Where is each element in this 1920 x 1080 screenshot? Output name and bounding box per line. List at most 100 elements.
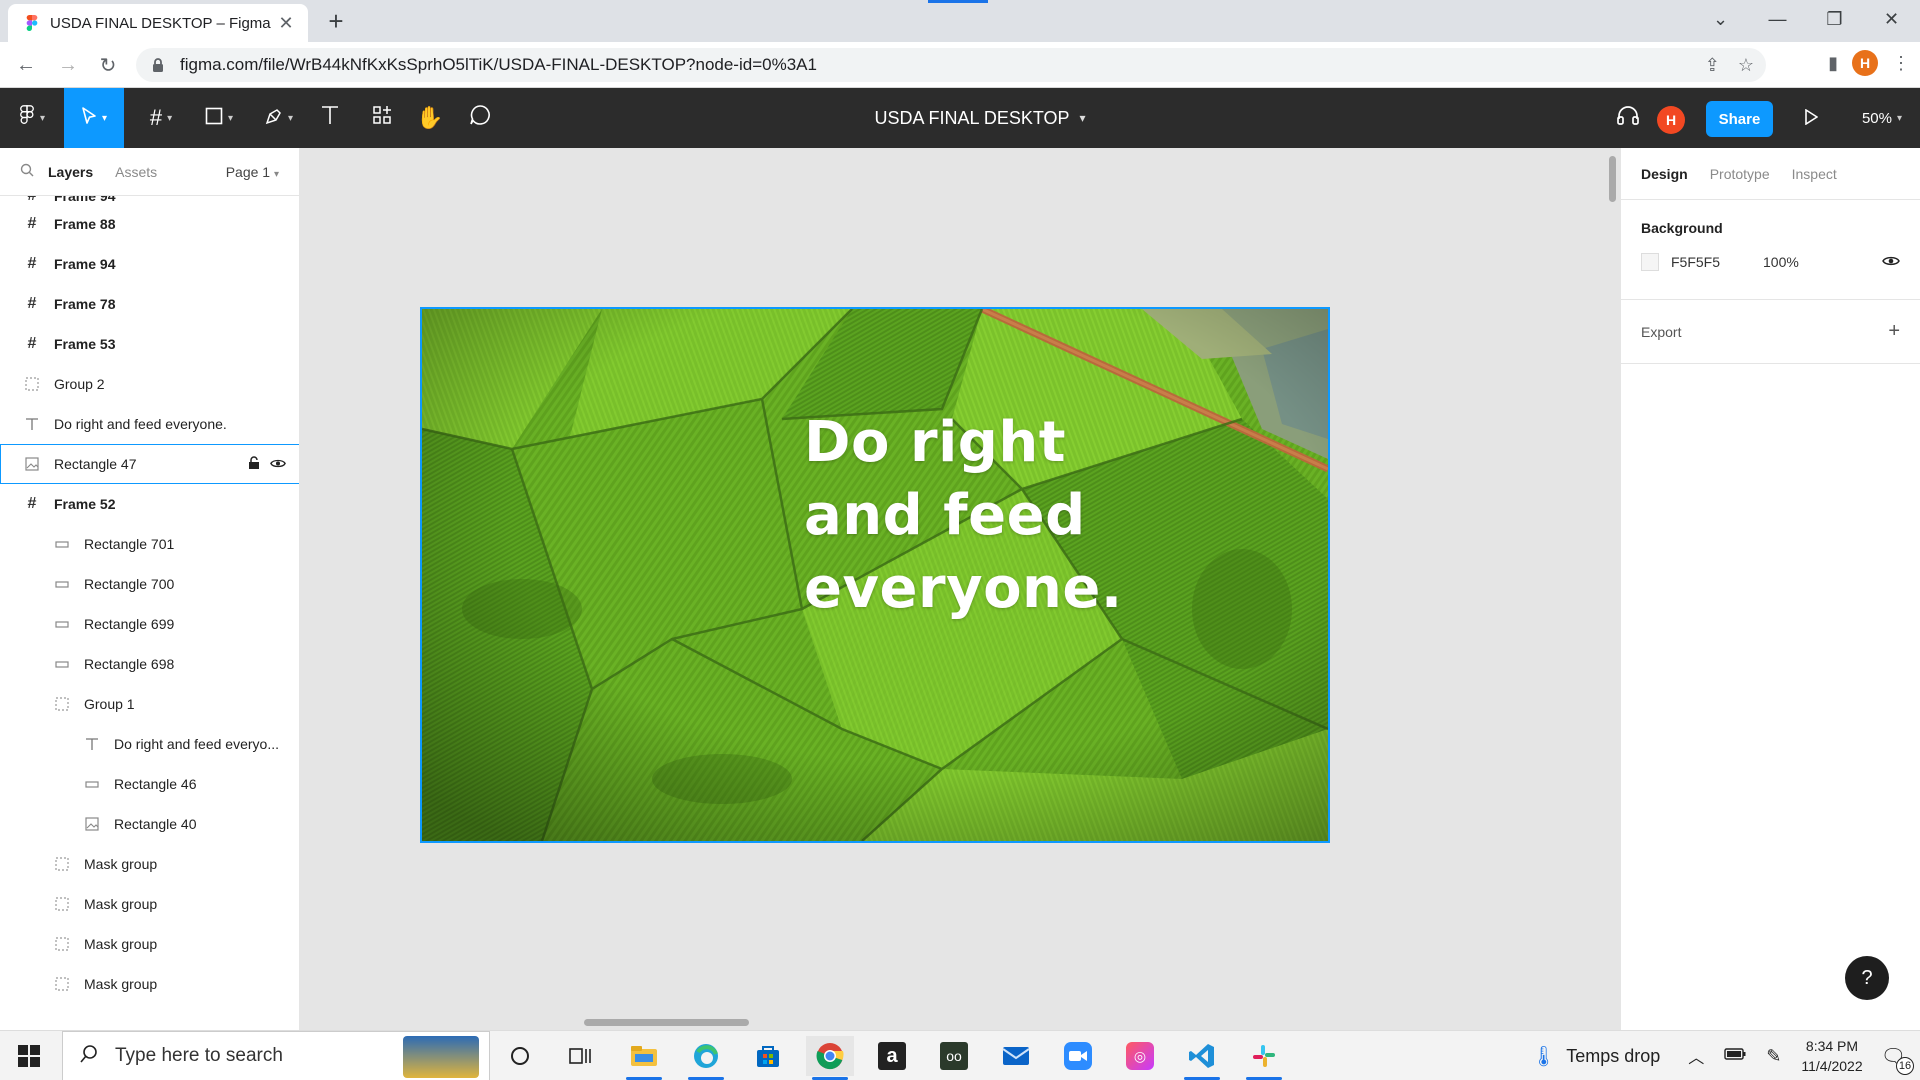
layer-item[interactable]: Rectangle 699	[0, 604, 299, 644]
share-button[interactable]: Share	[1706, 101, 1773, 137]
layer-item[interactable]: # Frame 52	[0, 484, 299, 524]
layer-item[interactable]: Rectangle 700	[0, 564, 299, 604]
add-export-icon[interactable]: +	[1888, 320, 1900, 343]
text-tool-button[interactable]	[312, 88, 348, 148]
eye-icon[interactable]	[1882, 254, 1900, 270]
user-avatar[interactable]: H	[1657, 106, 1685, 134]
layer-item[interactable]: Mask group	[0, 844, 299, 884]
file-explorer-icon[interactable]	[620, 1036, 668, 1080]
unlock-icon[interactable]	[248, 455, 260, 473]
new-tab-button[interactable]: +	[320, 6, 352, 38]
weather-thermometer-icon[interactable]: 🌡	[1531, 1044, 1556, 1069]
comment-tool-button[interactable]	[460, 88, 500, 148]
page-selector[interactable]: Page 1 ▾	[226, 164, 279, 180]
tab-inspect[interactable]: Inspect	[1792, 166, 1837, 182]
zoom-app-icon[interactable]	[1054, 1036, 1102, 1076]
tab-layers[interactable]: Layers	[48, 164, 93, 180]
taskbar-search[interactable]: Type here to search	[62, 1031, 490, 1080]
address-bar: ← → ↻ figma.com/file/WrB44kNfKxKsSprhO5l…	[0, 42, 1920, 88]
tab-assets[interactable]: Assets	[115, 164, 157, 180]
rectangle-icon	[54, 656, 70, 672]
share-page-icon[interactable]: ⇪	[1705, 55, 1720, 76]
battery-icon[interactable]	[1724, 1047, 1746, 1065]
frame-tool-button[interactable]: # ▾	[138, 88, 184, 148]
layer-name: Rectangle 47	[54, 456, 137, 472]
layer-item[interactable]: Rectangle 698	[0, 644, 299, 684]
layer-item[interactable]: Mask group	[0, 884, 299, 924]
url-field[interactable]: figma.com/file/WrB44kNfKxKsSprhO5lTiK/US…	[136, 48, 1766, 82]
help-button[interactable]: ?	[1845, 956, 1889, 1000]
resources-button[interactable]	[362, 88, 402, 148]
search-icon[interactable]	[20, 163, 34, 180]
background-hex-input[interactable]: F5F5F5	[1671, 254, 1763, 270]
cortana-icon[interactable]	[496, 1036, 544, 1076]
minimize-button[interactable]: —	[1749, 0, 1806, 38]
notifications-icon[interactable]: 🗨 16	[1881, 1044, 1914, 1075]
clock[interactable]: 8:34 PM 11/4/2022	[1801, 1036, 1862, 1076]
edge-browser-icon[interactable]	[682, 1036, 730, 1080]
side-panel-icon[interactable]: ▮	[1828, 53, 1838, 74]
layer-item[interactable]: Do right and feed everyo...	[0, 724, 299, 764]
file-title[interactable]: USDA FINAL DESKTOP	[874, 108, 1069, 129]
vertical-scrollbar[interactable]	[1609, 156, 1616, 202]
chevron-down-icon[interactable]: ▾	[1080, 111, 1086, 125]
present-button[interactable]	[1796, 88, 1826, 148]
search-highlight-icon	[403, 1036, 479, 1078]
chrome-icon[interactable]	[806, 1036, 854, 1080]
weather-text[interactable]: Temps drop	[1566, 1046, 1660, 1067]
pen-tool-button[interactable]: ▾	[256, 88, 302, 148]
tab-prototype[interactable]: Prototype	[1710, 166, 1770, 182]
layer-item[interactable]: Do right and feed everyone.	[0, 404, 299, 444]
windows-start-icon[interactable]	[18, 1045, 40, 1067]
bookmark-star-icon[interactable]: ☆	[1738, 55, 1754, 76]
layer-item[interactable]: # Frame 94	[0, 244, 299, 284]
creative-cloud-icon[interactable]: ◎	[1116, 1036, 1164, 1076]
layer-item[interactable]: Rectangle 47	[0, 444, 299, 484]
tab-search-icon[interactable]: ⌄	[1692, 0, 1749, 38]
layer-item[interactable]: # Frame 88	[0, 204, 299, 244]
layer-item[interactable]: Mask group	[0, 964, 299, 1004]
move-tool-button[interactable]: ▾	[64, 88, 124, 148]
layer-item[interactable]: Group 2	[0, 364, 299, 404]
background-color-swatch[interactable]	[1641, 253, 1659, 271]
hand-tool-button[interactable]: ✋	[410, 88, 450, 148]
eye-icon[interactable]	[270, 456, 286, 472]
layer-item[interactable]: # Frame 53	[0, 324, 299, 364]
layer-item[interactable]: Rectangle 701	[0, 524, 299, 564]
amazon-icon[interactable]: a	[868, 1036, 916, 1076]
browser-tab[interactable]: USDA FINAL DESKTOP – Figma ✕	[8, 4, 308, 42]
shape-tool-button[interactable]: ▾	[196, 88, 242, 148]
zoom-menu[interactable]: 50% ▾	[1852, 88, 1912, 148]
hand-icon: ✋	[416, 105, 444, 130]
tab-design[interactable]: Design	[1641, 166, 1688, 182]
tripadvisor-icon[interactable]: oo	[930, 1036, 978, 1076]
audio-headphones-button[interactable]	[1612, 88, 1644, 148]
reload-icon[interactable]: ↻	[92, 50, 124, 80]
task-view-icon[interactable]	[556, 1036, 604, 1076]
chevron-up-icon[interactable]: ︿	[1688, 1044, 1704, 1068]
layer-item[interactable]: Rectangle 46	[0, 764, 299, 804]
close-window-button[interactable]: ✕	[1863, 0, 1920, 38]
layer-item[interactable]: Mask group	[0, 924, 299, 964]
horizontal-scrollbar[interactable]	[584, 1019, 749, 1026]
background-opacity-input[interactable]: 100%	[1763, 254, 1799, 270]
tab-close-icon[interactable]: ✕	[276, 13, 296, 34]
vscode-icon[interactable]	[1178, 1036, 1226, 1080]
restore-button[interactable]: ❐	[1806, 0, 1863, 38]
figma-toolbar: ▾ ▾ # ▾ ▾ ▾ ✋ USDA FINAL DESKTOP ▾ H Shar…	[0, 88, 1920, 148]
pen-menu-icon[interactable]: ✎	[1766, 1046, 1781, 1067]
main-menu-button[interactable]: ▾	[8, 88, 56, 148]
mail-icon[interactable]	[992, 1036, 1040, 1076]
canvas[interactable]: Do right and feed everyone.	[300, 148, 1620, 1030]
browser-menu-icon[interactable]: ⋮	[1892, 53, 1910, 74]
layer-item[interactable]: # Frame 78	[0, 284, 299, 324]
forward-icon[interactable]: →	[52, 50, 84, 80]
profile-avatar[interactable]: H	[1852, 50, 1878, 76]
rectangle-47-image[interactable]: Do right and feed everyone.	[420, 307, 1330, 843]
microsoft-store-icon[interactable]	[744, 1036, 792, 1076]
group-dashed-icon	[54, 856, 70, 872]
slack-icon[interactable]	[1240, 1036, 1288, 1080]
layer-item[interactable]: Rectangle 40	[0, 804, 299, 844]
layer-item[interactable]: Group 1	[0, 684, 299, 724]
back-icon[interactable]: ←	[10, 50, 42, 80]
